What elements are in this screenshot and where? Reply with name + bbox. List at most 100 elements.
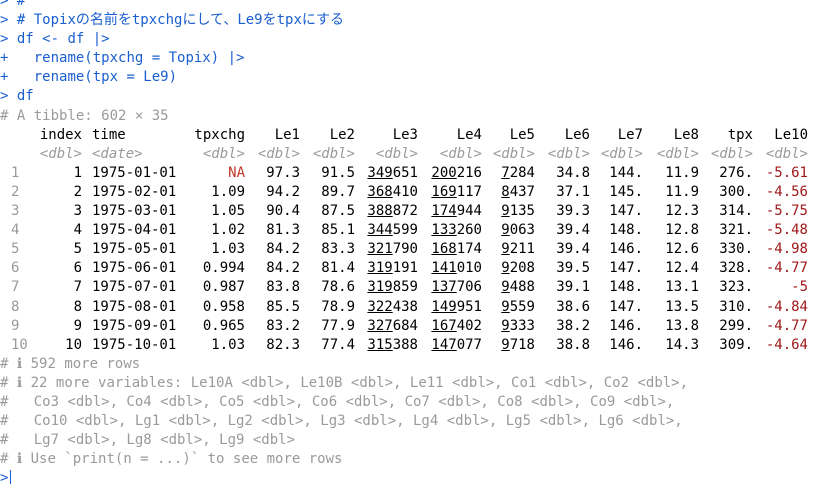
code-text: # <box>8 0 26 9</box>
footer-line: # Lg7 <dbl>, Lg8 <dbl>, Lg9 <dbl> <box>0 432 296 449</box>
cell-le3-leading: 321 <box>367 241 393 258</box>
cell-le1: 84.2 <box>266 241 300 258</box>
cell-le6: 38.8 <box>556 336 590 353</box>
cell-le3-trailing: 684 <box>392 317 418 334</box>
cell-le5: 8437 <box>501 183 535 202</box>
code-text: # Topixの名前をtpxchgにして、Le9をtpxにする <box>8 12 345 29</box>
cell-le8: 13.1 <box>665 279 699 296</box>
column-name-Le5: Le5 <box>509 126 535 143</box>
cell-le10: -4.77 <box>765 260 808 277</box>
table-row: 3 3 1975-03-01 1.05 90.4 87.5 388872 174944 9135… <box>0 202 835 221</box>
table-row: 10 10 1975-10-01 1.03 82.3 77.4 315388 147077 97… <box>0 336 835 355</box>
cell-le4-trailing: 010 <box>456 260 482 277</box>
cell-le5-trailing: 135 <box>509 203 535 220</box>
cell-le3-leading: 322 <box>367 298 393 315</box>
cell-le4-leading: 169 <box>431 183 457 200</box>
cell-index: 2 <box>73 183 82 200</box>
cell-le4-trailing: 117 <box>456 183 482 200</box>
row-number: 9 <box>11 317 20 334</box>
row-number: 5 <box>11 241 20 258</box>
cell-time: 1975-01-01 <box>92 164 177 181</box>
cell-le4: 174944 <box>431 202 482 221</box>
cell-tpxchg: 1.05 <box>211 203 245 220</box>
cell-le4-leading: 167 <box>431 317 457 334</box>
cell-le5: 9135 <box>501 202 535 221</box>
cell-le6: 39.1 <box>556 279 590 296</box>
column-type: <dbl> <box>202 145 245 162</box>
cell-index: 6 <box>73 260 82 277</box>
cell-le3-leading: 319 <box>367 279 393 296</box>
cell-le1: 94.2 <box>266 183 300 200</box>
cell-tpxchg: 1.09 <box>211 183 245 200</box>
cell-time: 1975-04-01 <box>92 222 177 239</box>
cell-le5-trailing: 211 <box>509 241 535 258</box>
table-row: 5 5 1975-05-01 1.03 84.2 83.3 321790 168174 9211… <box>0 240 835 259</box>
column-name-Le3: Le3 <box>392 126 418 143</box>
cell-le5: 9333 <box>501 317 535 336</box>
cell-le4-trailing: 077 <box>456 336 482 353</box>
cell-le8: 12.6 <box>665 241 699 258</box>
cell-time: 1975-08-01 <box>92 298 177 315</box>
cell-le5: 9559 <box>501 298 535 317</box>
cell-le3-leading: 388 <box>367 203 393 220</box>
cell-le4: 147077 <box>431 336 482 355</box>
text-cursor <box>10 470 12 485</box>
cell-le3-trailing: 651 <box>392 164 418 181</box>
column-name-index: index <box>39 126 82 143</box>
cell-le4-trailing: 402 <box>456 317 482 334</box>
cell-le7: 146. <box>609 336 643 353</box>
cell-le4-leading: 168 <box>431 241 457 258</box>
column-type: <dbl> <box>600 145 643 162</box>
table-row: 1 1 1975-01-01 NA 97.3 91.5 349651 200216 7284 34… <box>0 164 835 183</box>
cell-le1: 85.5 <box>266 298 300 315</box>
cell-le3: 327684 <box>367 317 418 336</box>
cell-le1: 90.4 <box>266 203 300 220</box>
column-name-Le4: Le4 <box>456 126 482 143</box>
cell-le5: 9063 <box>501 221 535 240</box>
cell-le4: 168174 <box>431 240 482 259</box>
cell-le8: 12.3 <box>665 203 699 220</box>
cell-le5-leading: 9 <box>501 222 510 239</box>
cell-tpx: 314. <box>719 203 753 220</box>
cell-le3-leading: 319 <box>367 260 393 277</box>
cell-le8: 13.5 <box>665 298 699 315</box>
cell-time: 1975-07-01 <box>92 279 177 296</box>
cell-le7: 148. <box>609 222 643 239</box>
cell-le3: 368410 <box>367 183 418 202</box>
row-number: 3 <box>11 203 20 220</box>
cell-le7: 146. <box>609 317 643 334</box>
code-line: > df <box>0 87 835 106</box>
cell-le10: -4.84 <box>765 298 808 315</box>
cell-le4-leading: 149 <box>431 298 457 315</box>
cell-tpxchg: 0.987 <box>202 279 245 296</box>
cell-le5-trailing: 718 <box>509 336 535 353</box>
cell-le8: 13.8 <box>665 317 699 334</box>
cell-le7: 148. <box>609 279 643 296</box>
cell-le5: 9718 <box>501 336 535 355</box>
cell-le2: 77.4 <box>321 336 355 353</box>
cell-tpxchg: 0.994 <box>202 260 245 277</box>
cell-le3-leading: 315 <box>367 336 393 353</box>
cell-le4-trailing: 706 <box>456 279 482 296</box>
cell-le3-trailing: 859 <box>392 279 418 296</box>
cell-le7: 146. <box>609 241 643 258</box>
table-row: 6 6 1975-06-01 0.994 84.2 81.4 319191 141010 920… <box>0 259 835 278</box>
column-name-tpxchg: tpxchg <box>194 126 245 143</box>
cell-le5: 9488 <box>501 278 535 297</box>
cell-le10: -4.77 <box>765 317 808 334</box>
cell-le5: 9208 <box>501 259 535 278</box>
cell-le3-leading: 368 <box>367 183 393 200</box>
cell-le4-trailing: 951 <box>456 298 482 315</box>
cell-le1: 81.3 <box>266 222 300 239</box>
column-type: <date> <box>92 145 143 162</box>
r-console-output: > # > # Topixの名前をtpxchgにして、Le9をtpxにする > df… <box>0 0 835 488</box>
cell-tpxchg: 1.03 <box>211 336 245 353</box>
code-line: > # Topixの名前をtpxchgにして、Le9をtpxにする <box>0 11 835 30</box>
cell-le2: 87.5 <box>321 203 355 220</box>
cell-le5-leading: 9 <box>501 336 510 353</box>
final-prompt-line: > <box>0 469 835 488</box>
cell-index: 7 <box>73 279 82 296</box>
column-type: <dbl> <box>765 145 808 162</box>
footer-line: # Co10 <dbl>, Lg1 <dbl>, Lg2 <dbl>, Lg3 … <box>0 413 683 430</box>
cell-le2: 85.1 <box>321 222 355 239</box>
